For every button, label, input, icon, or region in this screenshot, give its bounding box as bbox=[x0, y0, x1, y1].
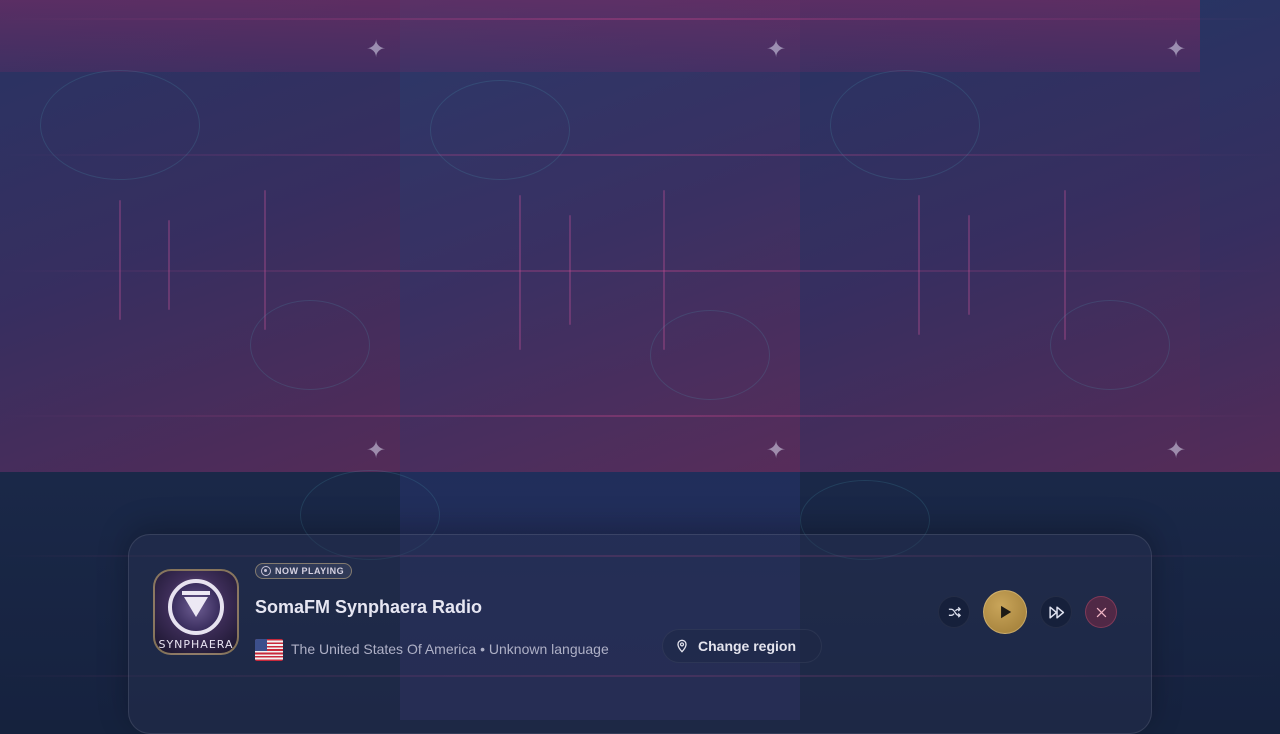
wave-spike bbox=[264, 190, 266, 330]
meta-separator: • bbox=[480, 641, 485, 657]
sparkle-icon: ✦ bbox=[1166, 36, 1187, 63]
sparkle-icon: ✦ bbox=[1166, 437, 1187, 464]
contour-line bbox=[40, 70, 200, 180]
contour-line bbox=[430, 80, 570, 180]
logo-triangle bbox=[184, 597, 208, 617]
shuffle-icon bbox=[948, 606, 961, 618]
location-pin-icon bbox=[677, 639, 687, 653]
now-playing-label: NOW PLAYING bbox=[275, 566, 345, 576]
station-meta: The United States Of America • Unknown l… bbox=[291, 641, 609, 657]
sparkle-icon: ✦ bbox=[366, 437, 387, 464]
wave-line bbox=[0, 415, 1280, 417]
contour-line bbox=[1050, 300, 1170, 390]
wave-spike bbox=[119, 200, 121, 320]
us-flag-icon bbox=[255, 639, 283, 661]
close-icon bbox=[1096, 607, 1106, 617]
wave-line bbox=[0, 18, 1280, 20]
wave-spike bbox=[569, 215, 571, 325]
background-band bbox=[400, 0, 800, 72]
wave-spike bbox=[168, 220, 170, 310]
change-region-label: Change region bbox=[698, 638, 797, 654]
radio-icon bbox=[261, 566, 271, 576]
fast-forward-icon bbox=[1048, 605, 1064, 619]
play-button[interactable] bbox=[983, 590, 1027, 634]
wave-line bbox=[0, 270, 1280, 272]
sparkle-icon: ✦ bbox=[766, 437, 787, 464]
shuffle-button[interactable] bbox=[938, 596, 970, 628]
wave-line bbox=[0, 154, 1280, 156]
background-band bbox=[0, 0, 400, 72]
play-icon bbox=[1001, 605, 1012, 619]
close-button[interactable] bbox=[1085, 596, 1117, 628]
background-tile bbox=[1200, 0, 1280, 472]
wave-spike bbox=[519, 195, 521, 350]
change-region-button[interactable]: Change region bbox=[662, 629, 822, 663]
contour-line bbox=[650, 310, 770, 400]
logo-text: SYNPHAERA bbox=[158, 638, 234, 651]
station-logo: SYNPHAERA bbox=[153, 569, 239, 655]
now-playing-badge: NOW PLAYING bbox=[255, 563, 353, 579]
station-title: SomaFM Synphaera Radio bbox=[255, 597, 483, 617]
fast-forward-button[interactable] bbox=[1040, 596, 1072, 628]
sparkle-icon: ✦ bbox=[366, 36, 387, 63]
contour-line bbox=[250, 300, 370, 390]
background-band bbox=[800, 0, 1200, 72]
wave-spike bbox=[968, 215, 970, 315]
logo-bar bbox=[182, 591, 210, 595]
flag-canton bbox=[255, 639, 267, 651]
station-country: The United States Of America bbox=[291, 641, 477, 657]
station-language: Unknown language bbox=[488, 641, 609, 657]
sparkle-icon: ✦ bbox=[766, 36, 787, 63]
wave-spike bbox=[918, 195, 920, 335]
contour-line bbox=[830, 70, 980, 180]
